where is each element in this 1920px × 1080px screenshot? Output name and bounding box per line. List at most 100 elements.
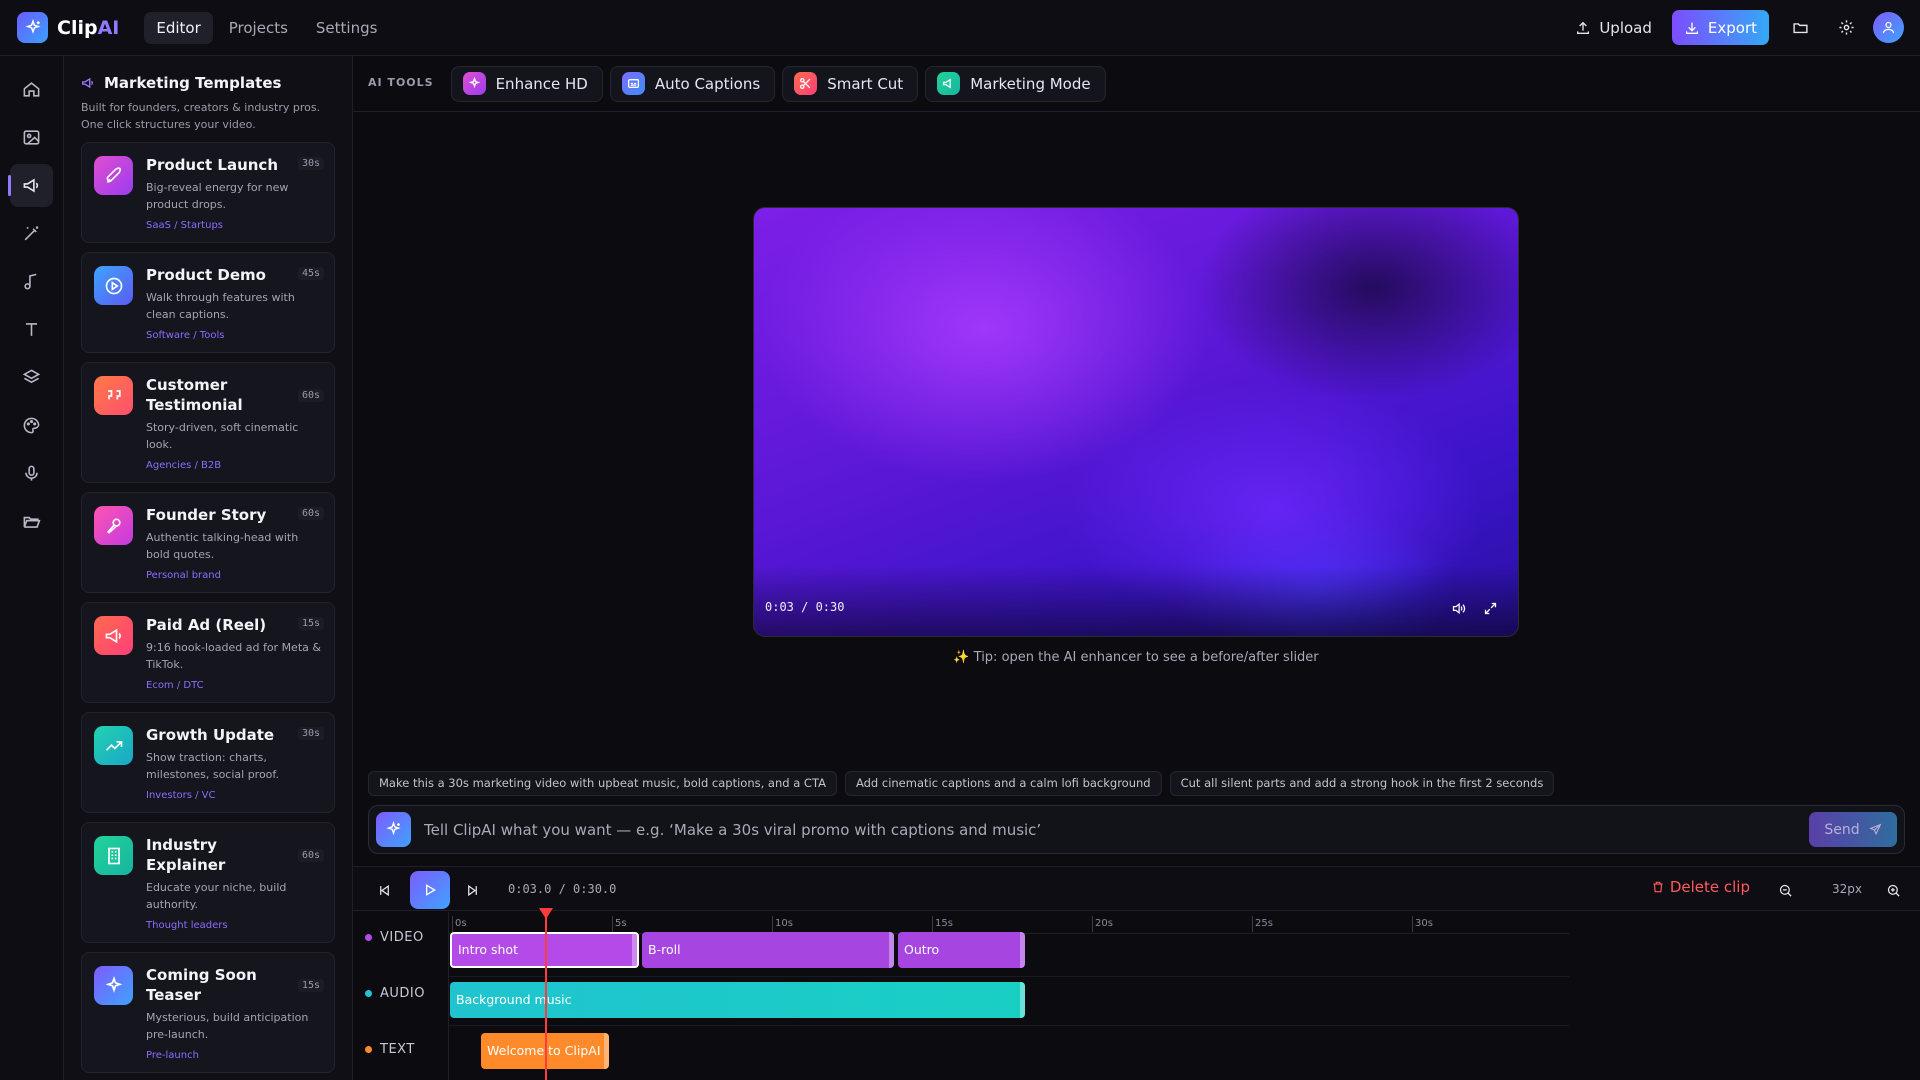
panel-title: Marketing Templates — [104, 74, 282, 92]
zoom-in-button[interactable] — [1876, 873, 1910, 907]
audio-dot-icon — [365, 990, 372, 997]
template-tag: Agencies / B2B — [146, 460, 222, 471]
megaphone-icon — [23, 178, 39, 193]
send-button[interactable]: Send — [1809, 812, 1897, 847]
zoom-out-button[interactable] — [1768, 873, 1802, 907]
template-list: Product Launch 30s Big-reveal energy for… — [81, 142, 335, 1080]
clip-label: Background music — [456, 992, 572, 1007]
tool-label: Auto Captions — [654, 74, 761, 93]
volume-button[interactable] — [1451, 601, 1466, 616]
clip-label: Intro shot — [458, 942, 518, 957]
sparkle-icon — [94, 966, 133, 1005]
suggestion-chip[interactable]: Cut all silent parts and add a strong ho… — [1169, 771, 1555, 796]
export-button[interactable]: Export — [1671, 10, 1769, 45]
avatar[interactable] — [1873, 12, 1904, 43]
template-card-product-demo[interactable]: Product Demo 45s Walk through features w… — [81, 252, 335, 353]
microphone-icon — [25, 465, 38, 481]
audio-clip-background-music[interactable]: Background music — [450, 982, 1025, 1018]
template-desc: Story-driven, soft cinematic look. — [146, 421, 299, 451]
logo-text: ClipAI — [57, 16, 120, 39]
skip-back-button[interactable] — [367, 873, 401, 907]
template-card-founder-story[interactable]: Founder Story 60s Authentic talking-head… — [81, 492, 335, 593]
top-nav: Editor Projects Settings — [144, 11, 393, 44]
ai-tools-bar: AI TOOLS Enhance HD Auto Captions Smart … — [353, 56, 1920, 112]
rail-home[interactable] — [10, 68, 53, 111]
clip-trim-handle[interactable] — [632, 934, 637, 966]
rail-files[interactable] — [10, 500, 53, 543]
suggestion-chip[interactable]: Add cinematic captions and a calm lofi b… — [844, 771, 1162, 796]
template-duration: 60s — [297, 849, 324, 862]
tool-rail — [0, 56, 64, 1080]
quote-icon — [94, 376, 133, 415]
template-card-product-launch[interactable]: Product Launch 30s Big-reveal energy for… — [81, 142, 335, 243]
skip-forward-button[interactable] — [455, 873, 489, 907]
panel-subtitle-line1: Built for founders, creators & industry … — [81, 101, 321, 114]
template-card-industry-explainer[interactable]: Industry Explainer 60s Educate your nich… — [81, 822, 335, 943]
folder-open-icon — [23, 516, 41, 528]
track-name: AUDIO — [380, 986, 425, 1001]
rail-colors[interactable] — [10, 404, 53, 447]
template-desc: Walk through features with clean caption… — [146, 291, 295, 321]
clip-label: Welcome to ClipAI — [487, 1043, 601, 1058]
export-label: Export — [1707, 18, 1757, 37]
rail-text[interactable] — [10, 308, 53, 351]
preview-tip: ✨ Tip: open the AI enhancer to see a bef… — [953, 650, 1319, 665]
rail-media[interactable] — [10, 116, 53, 159]
templates-panel: Marketing Templates Built for founders, … — [64, 56, 353, 1080]
fullscreen-button[interactable] — [1483, 601, 1498, 616]
ruler-tick: 25s — [1252, 916, 1273, 932]
tool-marketing-mode[interactable]: Marketing Mode — [925, 65, 1106, 102]
template-duration: 30s — [297, 727, 324, 740]
upload-button[interactable]: Upload — [1563, 11, 1664, 45]
prompt-input[interactable] — [411, 806, 1809, 853]
palette-icon — [23, 417, 40, 434]
rail-effects[interactable] — [10, 212, 53, 255]
open-folder-button[interactable] — [1783, 11, 1817, 45]
timeline-time: 0:03.0 / 0:30.0 — [508, 882, 617, 896]
template-desc: Mysterious, build anticipation pre-launc… — [146, 1011, 309, 1041]
tool-label: Smart Cut — [827, 74, 904, 93]
clip-trim-handle[interactable] — [604, 1033, 609, 1069]
nav-editor[interactable]: Editor — [144, 11, 213, 44]
playhead[interactable] — [539, 908, 553, 1080]
clip-trim-handle[interactable] — [1020, 982, 1025, 1018]
clip-label: B-roll — [648, 942, 681, 957]
clip-trim-handle[interactable] — [889, 932, 894, 968]
video-clip-broll[interactable]: B-roll — [642, 932, 894, 968]
clip-trim-handle[interactable] — [1020, 932, 1025, 968]
template-card-growth-update[interactable]: Growth Update 30s Show traction: charts,… — [81, 712, 335, 813]
video-clip-outro[interactable]: Outro — [898, 932, 1025, 968]
template-tag: Personal brand — [146, 570, 221, 581]
template-tag: Investors / VC — [146, 790, 216, 801]
template-card-paid-ad[interactable]: Paid Ad (Reel) 15s 9:16 hook-loaded ad f… — [81, 602, 335, 703]
user-icon — [1882, 21, 1895, 34]
template-card-coming-soon-teaser[interactable]: Coming Soon Teaser 15s Mysterious, build… — [81, 952, 335, 1073]
nav-settings[interactable]: Settings — [304, 12, 390, 44]
tool-auto-captions[interactable]: Auto Captions — [609, 65, 776, 102]
play-button[interactable] — [410, 871, 450, 909]
tool-smart-cut[interactable]: Smart Cut — [782, 65, 919, 102]
template-duration: 15s — [297, 979, 324, 992]
rail-voice[interactable] — [10, 452, 53, 495]
delete-clip-button[interactable]: Delete clip — [1651, 878, 1750, 896]
panel-header: Marketing Templates — [81, 74, 352, 92]
home-icon — [23, 82, 40, 97]
rail-marketing[interactable] — [8, 164, 53, 207]
nav-projects[interactable]: Projects — [217, 12, 300, 44]
video-preview[interactable]: 0:03 / 0:30 — [753, 207, 1519, 637]
template-card-customer-testimonial[interactable]: Customer Testimonial 60s Story-driven, s… — [81, 362, 335, 483]
rail-layers[interactable] — [10, 356, 53, 399]
captions-icon — [621, 72, 645, 95]
scissors-icon — [794, 72, 818, 95]
suggestion-chip[interactable]: Make this a 30s marketing video with upb… — [368, 771, 837, 796]
template-desc: 9:16 hook-loaded ad for Meta & TikTok. — [146, 641, 321, 671]
image-icon — [23, 130, 40, 145]
settings-button[interactable] — [1829, 11, 1863, 45]
ruler-tick: 0s — [452, 916, 467, 932]
template-duration: 60s — [297, 507, 324, 520]
logo[interactable]: ClipAI — [17, 12, 119, 43]
rail-audio[interactable] — [10, 260, 53, 303]
skip-back-icon — [379, 884, 389, 896]
preview-time: 0:03 / 0:30 — [765, 600, 845, 614]
tool-enhance-hd[interactable]: Enhance HD — [450, 65, 603, 102]
